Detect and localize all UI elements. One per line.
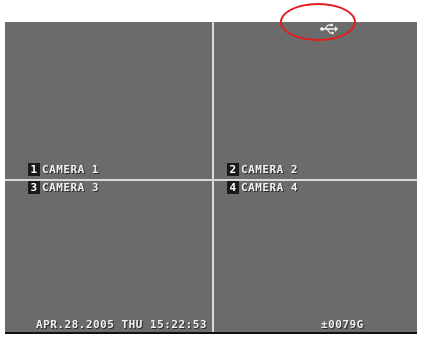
camera-1-label[interactable]: 1 CAMERA 1	[28, 163, 99, 176]
vertical-divider	[212, 22, 214, 332]
status-bar: APR.28.2005 THU 15:22:53 ±0079G	[5, 318, 417, 332]
bottom-border	[5, 332, 417, 334]
camera-2-name: CAMERA 2	[241, 163, 298, 176]
camera-4-number: 4	[227, 181, 239, 194]
camera-3-name: CAMERA 3	[42, 181, 99, 194]
camera-1-name: CAMERA 1	[42, 163, 99, 176]
dvr-quad-view: 1 CAMERA 1 2 CAMERA 2 3 CAMERA 3 4 CAMER…	[5, 22, 417, 332]
camera-2-number: 2	[227, 163, 239, 176]
disk-counter-readout: ±0079G	[321, 318, 364, 331]
camera-3-label[interactable]: 3 CAMERA 3	[28, 181, 99, 194]
camera-2-label[interactable]: 2 CAMERA 2	[227, 163, 298, 176]
camera-3-number: 3	[28, 181, 40, 194]
camera-4-name: CAMERA 4	[241, 181, 298, 194]
camera-1-number: 1	[28, 163, 40, 176]
camera-4-label[interactable]: 4 CAMERA 4	[227, 181, 298, 194]
annotation-circle	[280, 3, 356, 41]
date-time-readout: APR.28.2005 THU 15:22:53	[36, 318, 207, 331]
